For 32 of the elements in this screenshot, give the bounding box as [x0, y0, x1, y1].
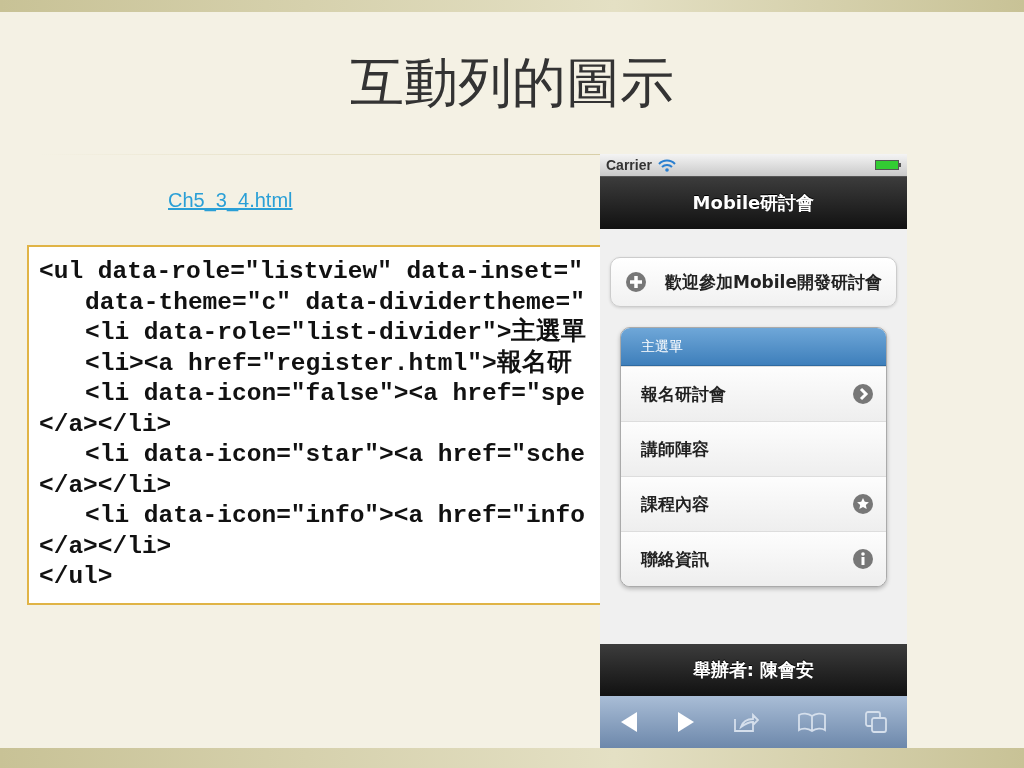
carrier-label: Carrier [606, 157, 652, 174]
welcome-button[interactable]: 歡迎參加Mobile開發研討會 [610, 257, 897, 308]
code-line: </a></li> [39, 409, 173, 440]
battery-icon [874, 160, 901, 171]
code-line: <li data-icon="false"><a href="spe [84, 379, 586, 410]
code-line: </a></li> [39, 531, 173, 562]
item-label: 課程內容 [641, 492, 709, 516]
code-line: </ul> [39, 562, 114, 593]
code-line: <li data-role="list-divider">主選單 [84, 318, 588, 349]
plus-icon [625, 271, 647, 294]
item-label: 報名研討會 [641, 382, 726, 406]
item-label: 講師陣容 [641, 437, 709, 461]
wifi-icon [657, 158, 676, 172]
footer-text: 舉辦者: 陳會安 [692, 658, 815, 683]
item-label: 聯絡資訊 [641, 547, 709, 571]
pages-icon[interactable] [864, 710, 889, 735]
list-item[interactable]: 聯絡資訊 [621, 531, 886, 587]
info-icon [851, 548, 874, 571]
book-icon[interactable] [796, 712, 827, 733]
code-line: </a></li> [39, 470, 173, 501]
list-item[interactable]: 報名研討會 [621, 366, 886, 422]
header-title: Mobile研討會 [692, 191, 815, 216]
slide-title: 互動列的圖示 [349, 49, 675, 116]
list-item[interactable]: 課程內容 [621, 476, 886, 532]
code-line: <li data-icon="info"><a href="info [84, 501, 586, 532]
code-line: <ul data-role="listview" data-inset=" [39, 257, 584, 288]
share-icon[interactable] [733, 711, 760, 734]
code-line: data-theme="c" data-dividertheme=" [84, 287, 586, 317]
code-line: <li><a href="register.html">報名研 [84, 348, 573, 379]
list-item[interactable]: 講師陣容 [621, 421, 886, 477]
code-line: <li data-icon="star"><a href="sche [84, 440, 586, 471]
arrow-right-icon [851, 383, 874, 406]
